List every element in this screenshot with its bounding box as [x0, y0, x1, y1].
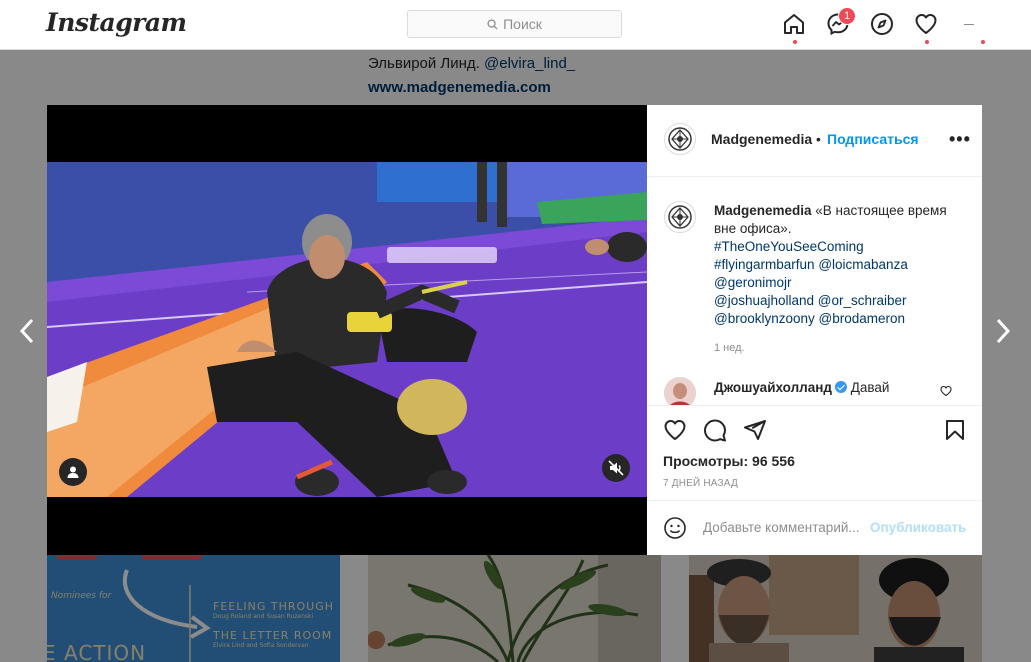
comment-item: Джошуайхолланд Давай — [714, 379, 934, 397]
mention-link[interactable]: @or_schraiber — [818, 293, 907, 308]
post-actions: Просмотры: 96 556 7 ДНЕЙ НАЗАД — [647, 405, 982, 500]
comment-bubble-icon[interactable] — [703, 418, 729, 444]
profile-indicator-dot — [981, 40, 985, 44]
search-icon — [487, 18, 498, 30]
tagged-users-button[interactable] — [59, 458, 87, 486]
search-input[interactable]: Поиск — [407, 10, 622, 38]
save-bookmark-icon[interactable] — [943, 418, 969, 444]
caption-username[interactable]: Madgenemedia — [714, 203, 812, 218]
more-options-button[interactable]: ••• — [949, 130, 971, 148]
add-comment-bar: Добавьте комментарий... Опубликовать — [647, 500, 982, 555]
heart-icon[interactable] — [914, 12, 940, 38]
commenter-avatar[interactable] — [664, 377, 696, 405]
thumbnail-shade — [689, 555, 982, 662]
messages-badge: 1 — [838, 7, 856, 25]
home-icon[interactable] — [782, 12, 808, 38]
mute-button[interactable] — [602, 454, 630, 482]
search-placeholder: Поиск — [503, 16, 542, 32]
comment-like-heart-icon[interactable] — [940, 385, 952, 397]
muted-speaker-icon — [608, 460, 624, 476]
post-video[interactable] — [47, 162, 647, 497]
comments-section: Madgenemedia «В настоящее время вне офис… — [647, 177, 982, 405]
post-media[interactable] — [47, 105, 647, 555]
grid-thumbnail-3[interactable] — [689, 555, 982, 662]
commenter-photo — [664, 377, 696, 405]
view-count[interactable]: Просмотры: 96 556 — [663, 453, 795, 469]
caption-timestamp[interactable]: 1 нед. — [714, 342, 745, 354]
home-indicator-dot — [793, 40, 797, 44]
grid-thumbnail-1[interactable]: Nominees for FEELING THROUGH Doug Roland… — [47, 555, 340, 662]
author-username[interactable]: Madgenemedia — [711, 131, 812, 147]
top-nav: Instagram Поиск 1 — [0, 0, 1031, 50]
comment-text: Давай — [850, 380, 890, 395]
instagram-logo[interactable]: Instagram — [46, 8, 187, 37]
mention-link[interactable]: @joshuajholland — [714, 293, 814, 308]
next-post-arrow-icon[interactable] — [993, 316, 1013, 346]
share-paper-plane-icon[interactable] — [743, 418, 769, 444]
post-caption: Madgenemedia «В настоящее время вне офис… — [714, 202, 969, 328]
video-frame-illustration — [47, 162, 647, 497]
madgenemedia-logo-icon — [668, 205, 692, 229]
mention-link[interactable]: @loicmabanza — [818, 257, 908, 272]
like-heart-icon[interactable] — [663, 418, 689, 444]
explore-icon[interactable] — [870, 12, 896, 38]
hashtag-link[interactable]: #flyingarmbarfun — [714, 257, 815, 272]
grid-thumbnail-2[interactable] — [368, 555, 661, 662]
previous-post-arrow-icon[interactable] — [17, 316, 37, 346]
post-sidebar: Madgenemedia • Подписаться ••• Madgeneme… — [647, 105, 982, 555]
user-icon — [67, 466, 79, 478]
hashtag-link[interactable]: #TheOneYouSeeComing — [714, 239, 864, 254]
caption-author-avatar[interactable] — [664, 201, 696, 233]
thumbnail-shade — [47, 555, 340, 662]
verified-badge-icon — [834, 381, 847, 393]
mention-link[interactable]: @brooklynzoony — [714, 311, 815, 326]
mention-link[interactable]: @geronimojr — [714, 275, 791, 290]
activity-indicator-dot — [925, 40, 929, 44]
author-avatar[interactable] — [664, 123, 696, 155]
mention-link[interactable]: @brodameron — [819, 311, 906, 326]
header-separator: • — [816, 131, 821, 147]
commenter-username[interactable]: Джошуайхолланд — [714, 380, 832, 395]
follow-button[interactable]: Подписаться — [827, 131, 919, 147]
madgenemedia-logo-icon — [668, 127, 692, 151]
emoji-icon[interactable] — [663, 516, 687, 540]
publish-comment-button[interactable]: Опубликовать — [870, 520, 966, 535]
comment-input[interactable]: Добавьте комментарий... — [703, 520, 860, 535]
post-date[interactable]: 7 ДНЕЙ НАЗАД — [663, 478, 738, 489]
profile-avatar[interactable] — [964, 24, 974, 25]
thumbnail-shade — [368, 555, 661, 662]
post-header: Madgenemedia • Подписаться ••• — [647, 105, 982, 177]
